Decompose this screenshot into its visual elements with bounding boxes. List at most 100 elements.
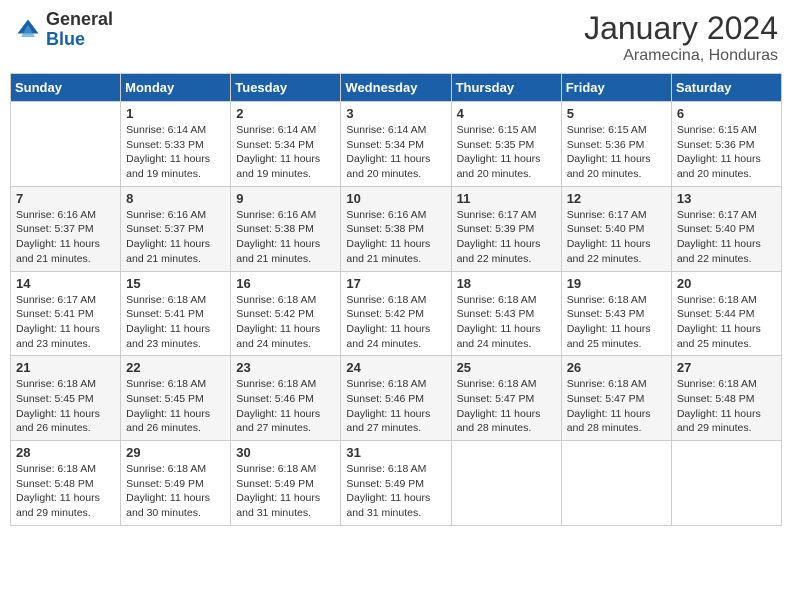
logo-icon <box>14 16 42 44</box>
day-info: Sunrise: 6:14 AM Sunset: 5:34 PM Dayligh… <box>346 123 445 182</box>
day-number: 21 <box>16 360 115 375</box>
day-number: 6 <box>677 106 776 121</box>
day-info: Sunrise: 6:18 AM Sunset: 5:49 PM Dayligh… <box>126 462 225 521</box>
calendar-cell: 17Sunrise: 6:18 AM Sunset: 5:42 PM Dayli… <box>341 271 451 356</box>
logo-general-label: General <box>46 10 113 30</box>
calendar-cell: 8 Sunrise: 6:16 AM Sunset: 5:37 PM Daylig… <box>121 186 231 271</box>
day-number: 9 <box>236 191 335 206</box>
day-number: 27 <box>677 360 776 375</box>
day-info: Sunrise: 6:18 AM Sunset: 5:46 PM Dayligh… <box>346 377 445 436</box>
day-info: Sunrise: 6:18 AM Sunset: 5:48 PM Dayligh… <box>677 377 776 436</box>
calendar-cell: 2 Sunrise: 6:14 AM Sunset: 5:34 PM Daylig… <box>231 102 341 187</box>
day-info: Sunrise: 6:18 AM Sunset: 5:49 PM Dayligh… <box>236 462 335 521</box>
day-number: 31 <box>346 445 445 460</box>
day-number: 11 <box>457 191 556 206</box>
calendar-week-row: 1 Sunrise: 6:14 AM Sunset: 5:33 PM Daylig… <box>11 102 782 187</box>
day-number: 4 <box>457 106 556 121</box>
calendar-cell: 1 Sunrise: 6:14 AM Sunset: 5:33 PM Daylig… <box>121 102 231 187</box>
calendar-week-row: 28 Sunrise: 6:18 AM Sunset: 5:48 PM Dayli… <box>11 441 782 526</box>
calendar-cell: 20Sunrise: 6:18 AM Sunset: 5:44 PM Dayli… <box>671 271 781 356</box>
day-number: 8 <box>126 191 225 206</box>
day-number: 14 <box>16 276 115 291</box>
day-number: 1 <box>126 106 225 121</box>
day-info: Sunrise: 6:16 AM Sunset: 5:38 PM Dayligh… <box>346 208 445 267</box>
calendar-cell <box>451 441 561 526</box>
weekday-header-monday: Monday <box>121 74 231 102</box>
calendar-cell: 7 Sunrise: 6:16 AM Sunset: 5:37 PM Daylig… <box>11 186 121 271</box>
day-info: Sunrise: 6:15 AM Sunset: 5:35 PM Dayligh… <box>457 123 556 182</box>
page-header: General Blue January 2024 Aramecina, Hon… <box>10 10 782 65</box>
day-info: Sunrise: 6:17 AM Sunset: 5:41 PM Dayligh… <box>16 293 115 352</box>
calendar-cell: 29 Sunrise: 6:18 AM Sunset: 5:49 PM Dayli… <box>121 441 231 526</box>
day-info: Sunrise: 6:18 AM Sunset: 5:48 PM Dayligh… <box>16 462 115 521</box>
day-info: Sunrise: 6:16 AM Sunset: 5:38 PM Dayligh… <box>236 208 335 267</box>
weekday-header-wednesday: Wednesday <box>341 74 451 102</box>
day-number: 20 <box>677 276 776 291</box>
day-number: 2 <box>236 106 335 121</box>
day-info: Sunrise: 6:18 AM Sunset: 5:43 PM Dayligh… <box>457 293 556 352</box>
day-info: Sunrise: 6:18 AM Sunset: 5:43 PM Dayligh… <box>567 293 666 352</box>
day-number: 24 <box>346 360 445 375</box>
day-info: Sunrise: 6:17 AM Sunset: 5:40 PM Dayligh… <box>677 208 776 267</box>
day-info: Sunrise: 6:18 AM Sunset: 5:46 PM Dayligh… <box>236 377 335 436</box>
day-info: Sunrise: 6:14 AM Sunset: 5:34 PM Dayligh… <box>236 123 335 182</box>
day-number: 25 <box>457 360 556 375</box>
day-number: 3 <box>346 106 445 121</box>
day-info: Sunrise: 6:15 AM Sunset: 5:36 PM Dayligh… <box>677 123 776 182</box>
day-number: 15 <box>126 276 225 291</box>
calendar-week-row: 21 Sunrise: 6:18 AM Sunset: 5:45 PM Dayli… <box>11 356 782 441</box>
calendar-table: SundayMondayTuesdayWednesdayThursdayFrid… <box>10 73 782 526</box>
day-info: Sunrise: 6:18 AM Sunset: 5:42 PM Dayligh… <box>346 293 445 352</box>
day-number: 13 <box>677 191 776 206</box>
day-number: 18 <box>457 276 556 291</box>
calendar-cell: 4 Sunrise: 6:15 AM Sunset: 5:35 PM Daylig… <box>451 102 561 187</box>
day-number: 16 <box>236 276 335 291</box>
calendar-cell: 27 Sunrise: 6:18 AM Sunset: 5:48 PM Dayli… <box>671 356 781 441</box>
day-info: Sunrise: 6:18 AM Sunset: 5:49 PM Dayligh… <box>346 462 445 521</box>
weekday-header-thursday: Thursday <box>451 74 561 102</box>
day-number: 7 <box>16 191 115 206</box>
calendar-cell: 30 Sunrise: 6:18 AM Sunset: 5:49 PM Dayli… <box>231 441 341 526</box>
day-info: Sunrise: 6:18 AM Sunset: 5:47 PM Dayligh… <box>567 377 666 436</box>
calendar-cell: 22 Sunrise: 6:18 AM Sunset: 5:45 PM Dayli… <box>121 356 231 441</box>
calendar-cell <box>11 102 121 187</box>
weekday-header-tuesday: Tuesday <box>231 74 341 102</box>
day-number: 26 <box>567 360 666 375</box>
calendar-cell: 3 Sunrise: 6:14 AM Sunset: 5:34 PM Daylig… <box>341 102 451 187</box>
calendar-week-row: 14 Sunrise: 6:17 AM Sunset: 5:41 PM Dayli… <box>11 271 782 356</box>
calendar-cell: 13 Sunrise: 6:17 AM Sunset: 5:40 PM Dayli… <box>671 186 781 271</box>
calendar-cell: 19 Sunrise: 6:18 AM Sunset: 5:43 PM Dayli… <box>561 271 671 356</box>
title-area: January 2024 Aramecina, Honduras <box>584 10 778 65</box>
day-info: Sunrise: 6:14 AM Sunset: 5:33 PM Dayligh… <box>126 123 225 182</box>
day-number: 10 <box>346 191 445 206</box>
day-number: 5 <box>567 106 666 121</box>
day-number: 30 <box>236 445 335 460</box>
day-info: Sunrise: 6:17 AM Sunset: 5:40 PM Dayligh… <box>567 208 666 267</box>
day-number: 12 <box>567 191 666 206</box>
calendar-cell: 21 Sunrise: 6:18 AM Sunset: 5:45 PM Dayli… <box>11 356 121 441</box>
weekday-header-sunday: Sunday <box>11 74 121 102</box>
calendar-cell: 5 Sunrise: 6:15 AM Sunset: 5:36 PM Daylig… <box>561 102 671 187</box>
calendar-cell: 6 Sunrise: 6:15 AM Sunset: 5:36 PM Daylig… <box>671 102 781 187</box>
calendar-cell: 11Sunrise: 6:17 AM Sunset: 5:39 PM Dayli… <box>451 186 561 271</box>
day-info: Sunrise: 6:16 AM Sunset: 5:37 PM Dayligh… <box>16 208 115 267</box>
day-info: Sunrise: 6:18 AM Sunset: 5:47 PM Dayligh… <box>457 377 556 436</box>
day-number: 29 <box>126 445 225 460</box>
calendar-cell: 15 Sunrise: 6:18 AM Sunset: 5:41 PM Dayli… <box>121 271 231 356</box>
day-info: Sunrise: 6:16 AM Sunset: 5:37 PM Dayligh… <box>126 208 225 267</box>
calendar-cell <box>561 441 671 526</box>
day-number: 23 <box>236 360 335 375</box>
logo-text: General Blue <box>46 10 113 50</box>
weekday-header-row: SundayMondayTuesdayWednesdayThursdayFrid… <box>11 74 782 102</box>
calendar-cell: 31 Sunrise: 6:18 AM Sunset: 5:49 PM Dayli… <box>341 441 451 526</box>
day-number: 28 <box>16 445 115 460</box>
day-number: 19 <box>567 276 666 291</box>
calendar-cell: 24 Sunrise: 6:18 AM Sunset: 5:46 PM Dayli… <box>341 356 451 441</box>
day-info: Sunrise: 6:18 AM Sunset: 5:41 PM Dayligh… <box>126 293 225 352</box>
day-info: Sunrise: 6:15 AM Sunset: 5:36 PM Dayligh… <box>567 123 666 182</box>
calendar-cell: 14 Sunrise: 6:17 AM Sunset: 5:41 PM Dayli… <box>11 271 121 356</box>
day-info: Sunrise: 6:18 AM Sunset: 5:45 PM Dayligh… <box>126 377 225 436</box>
day-info: Sunrise: 6:18 AM Sunset: 5:45 PM Dayligh… <box>16 377 115 436</box>
day-number: 22 <box>126 360 225 375</box>
logo: General Blue <box>14 10 113 50</box>
